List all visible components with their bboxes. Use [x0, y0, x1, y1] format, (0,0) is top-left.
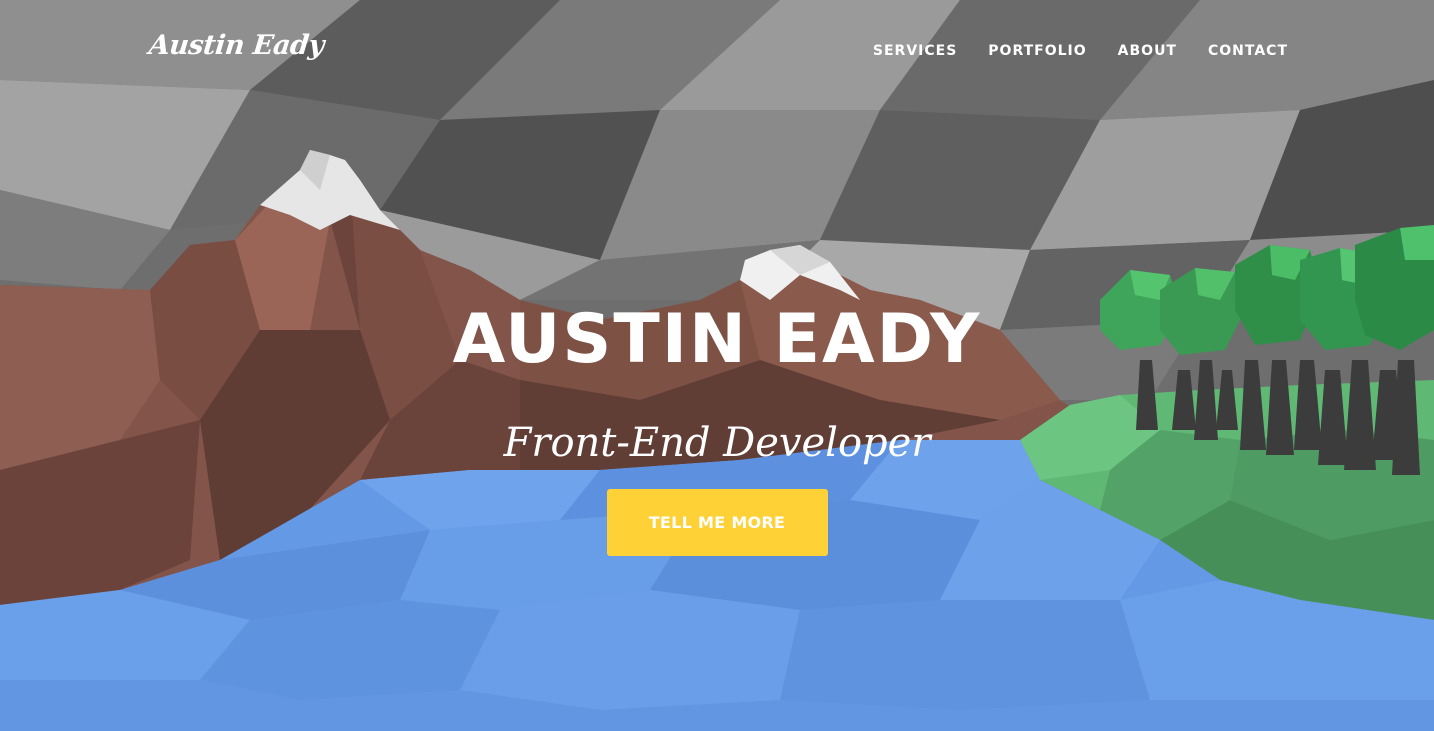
- navbar: Austin Eady SERVICES PORTFOLIO ABOUT CON…: [0, 0, 1434, 100]
- nav-link-portfolio[interactable]: PORTFOLIO: [988, 43, 1086, 59]
- nav-item-about: ABOUT: [1118, 42, 1177, 60]
- tell-me-more-button[interactable]: TELL ME MORE: [606, 489, 828, 556]
- nav-item-portfolio: PORTFOLIO: [988, 42, 1086, 60]
- intro-heading: AUSTIN EADY: [452, 300, 982, 379]
- intro-lead: Front-End Developer: [503, 420, 931, 466]
- nav-link-services[interactable]: SERVICES: [873, 43, 957, 59]
- nav-menu: SERVICES PORTFOLIO ABOUT CONTACT: [873, 42, 1288, 60]
- nav-item-contact: CONTACT: [1208, 42, 1288, 60]
- nav-item-services: SERVICES: [873, 42, 957, 60]
- page: Austin Eady SERVICES PORTFOLIO ABOUT CON…: [0, 0, 1434, 731]
- intro-section: AUSTIN EADY Front-End Developer TELL ME …: [0, 300, 1434, 556]
- brand-logo-link[interactable]: Austin Eady: [147, 30, 325, 61]
- nav-link-about[interactable]: ABOUT: [1118, 43, 1177, 59]
- nav-link-contact[interactable]: CONTACT: [1208, 43, 1288, 59]
